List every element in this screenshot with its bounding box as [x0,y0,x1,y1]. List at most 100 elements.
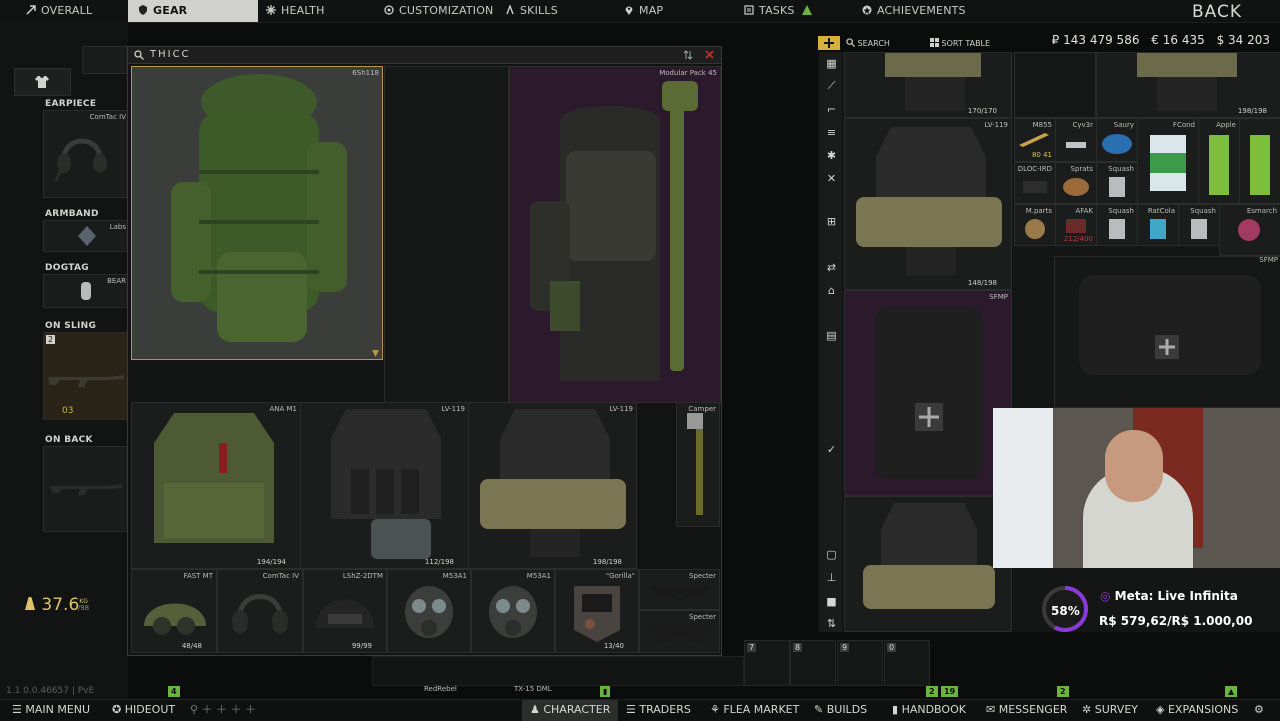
sort-icon[interactable]: ⇅ [826,618,837,629]
on-back-slot[interactable] [43,446,129,532]
stash-item-esmarch[interactable]: Esmarch [1219,204,1280,256]
tab-tasks[interactable]: TASKS [744,0,813,22]
item-name: SFMP [989,293,1008,301]
stash-item-squash[interactable]: Squash [1096,162,1138,204]
stash-item-sfmp[interactable]: SFMP [844,290,1012,496]
helmet-fast-mt[interactable]: FAST MT 48/48 [131,569,217,653]
headset-comtac-iv[interactable]: ComTac IV [217,569,303,653]
survey-button[interactable]: ✲ SURVEY [1082,700,1138,721]
stash-item-ratcola[interactable]: RatCola [1137,204,1179,246]
stash-item-dloc[interactable]: DLOC-IRD [1014,162,1056,204]
stash-item-sprats[interactable]: Sprats [1055,162,1097,204]
medical-filter-icon[interactable]: ✱ [826,150,837,161]
tab-customization[interactable]: CUSTOMIZATION [384,0,493,22]
knife-icon[interactable]: ⟋ [826,80,837,91]
tab-skills[interactable]: SKILLS [505,0,558,22]
containers-icon[interactable]: ▤ [826,330,837,341]
item-durability: 112/198 [424,558,454,566]
stash-item-lv-119[interactable]: LV-119 148/198 [844,118,1012,290]
stash-item-rig[interactable] [844,496,1012,632]
copy-icon[interactable]: ▢ [826,549,837,560]
stash-item-squash[interactable]: Squash [1178,204,1220,246]
stash-item-fcond[interactable]: FCond [1137,118,1199,204]
sort-icon[interactable] [683,50,693,60]
face-shield-gorilla[interactable]: "Gorilla" 13/40 [555,569,639,653]
traders-button[interactable]: ☰ TRADERS [626,700,691,721]
ammo-filter-icon[interactable]: ≡ [826,127,837,138]
stash-item-ammo[interactable]: M855 80 41 [1014,118,1056,162]
glasses-specter[interactable]: Specter [639,569,720,610]
main-menu-button[interactable]: ☰ MAIN MENU [12,700,90,721]
stash-item-sfmp[interactable]: SFMP [1054,256,1280,408]
gear-tab-secondary[interactable] [82,46,130,74]
close-icon[interactable] [705,50,714,59]
syringe-icon [1066,142,1086,148]
tab-health[interactable]: HEALTH [266,0,325,22]
lock-icon[interactable]: ■ [826,596,837,607]
tab-gear[interactable]: GEAR [128,0,258,22]
stash-item-squash[interactable]: Squash [1096,204,1138,246]
tab-customization-label: CUSTOMIZATION [399,4,494,17]
handbook-icon: ▮ [892,703,902,716]
armband-slot[interactable]: Labs [43,220,129,252]
earpiece-slot[interactable]: ComTac IV [43,110,129,198]
item-name: Squash [1190,207,1216,215]
item-name: Specter [689,613,716,621]
rig-lv-119[interactable]: LV-119 198/198 [468,402,637,569]
keys-icon[interactable]: ⌂ [826,285,837,296]
hideout-button[interactable]: ✪ HIDEOUT [112,700,175,721]
rig-ana-m1[interactable]: ANA M1 194/194 [131,402,301,569]
stash-item-cyv3r[interactable]: Cyv3r [1055,118,1097,162]
expansions-button[interactable]: ◈ EXPANSIONS [1156,700,1238,721]
helmet-lshz-2dtm[interactable]: LShZ-2DTM 99/99 [303,569,387,653]
handbook-button[interactable]: ▮ HANDBOOK [892,700,966,721]
back-button[interactable]: BACK [1192,2,1242,22]
add-button[interactable] [818,36,842,52]
grid-icon[interactable]: ▦ [826,58,837,69]
character-button[interactable]: ♟ CHARACTER [522,700,619,721]
flea-market-label: FLEA MARKET [723,703,800,716]
headset-icon [232,594,288,634]
stash-item-rig[interactable]: 198/198 [1096,52,1280,118]
gear-tab-button[interactable] [14,68,71,96]
stash-item-rig[interactable]: 170/170 [844,52,1012,118]
hotkey-slot-0[interactable]: 0 [884,640,930,686]
rig-lv-119[interactable]: LV-119 112/198 [300,402,469,569]
stash-item-saury[interactable]: Saury [1096,118,1138,162]
hotkey-slot-7[interactable]: 7 [744,640,790,686]
backpack-6sh118[interactable]: 6Sh118 [131,66,383,360]
barter-icon[interactable]: ⇄ [826,262,837,273]
stash-item-afak[interactable]: AFAK 212/400 [1055,204,1097,246]
handbook-label: HANDBOOK [901,703,966,716]
notification-badge: 2 [926,686,938,697]
window-header[interactable]: THICC [128,47,721,64]
stash-item-apple-2[interactable] [1239,118,1280,204]
mods-icon[interactable]: ⊞ [826,216,837,227]
hotkey-slot-8[interactable]: 8 [790,640,836,686]
weapon-icon[interactable]: ⌐ [826,104,837,115]
search-button[interactable]: SEARCH [846,38,890,48]
tools-icon[interactable]: ✕ [826,173,837,184]
empty-slot [1014,52,1096,118]
flea-market-button[interactable]: ⚘ FLEA MARKET [710,700,799,721]
checkmark-icon[interactable]: ✓ [826,444,837,455]
tab-overall[interactable]: OVERALL [26,0,92,22]
tab-map[interactable]: MAP [624,0,663,22]
dogtag-slot[interactable]: BEAR [43,274,129,308]
axe-camper[interactable]: Camper [676,402,720,527]
on-sling-slot[interactable]: 2 03 [43,332,129,420]
settings-button[interactable]: ⚙ [1254,700,1264,721]
hotkey-slot-9[interactable]: 9 [837,640,883,686]
notification-badge: 2 [1057,686,1069,697]
pin-icon[interactable]: ⊥ [826,572,837,583]
messenger-button[interactable]: ✉ MESSENGER [986,700,1067,721]
glasses-specter[interactable]: Specter [639,610,720,653]
builds-button[interactable]: ✎ BUILDS [814,700,867,721]
gas-mask-m53a1[interactable]: M53A1 [387,569,471,653]
gas-mask-m53a1[interactable]: M53A1 [471,569,555,653]
stash-item-apple[interactable]: Apple [1198,118,1240,204]
sort-table-button[interactable]: SORT TABLE [930,38,990,48]
tab-achievements[interactable]: ACHIEVEMENTS [862,0,966,22]
backpack-modular-pack-45[interactable]: Modular Pack 45 [509,66,721,403]
stash-item-m-parts[interactable]: M.parts [1014,204,1056,246]
